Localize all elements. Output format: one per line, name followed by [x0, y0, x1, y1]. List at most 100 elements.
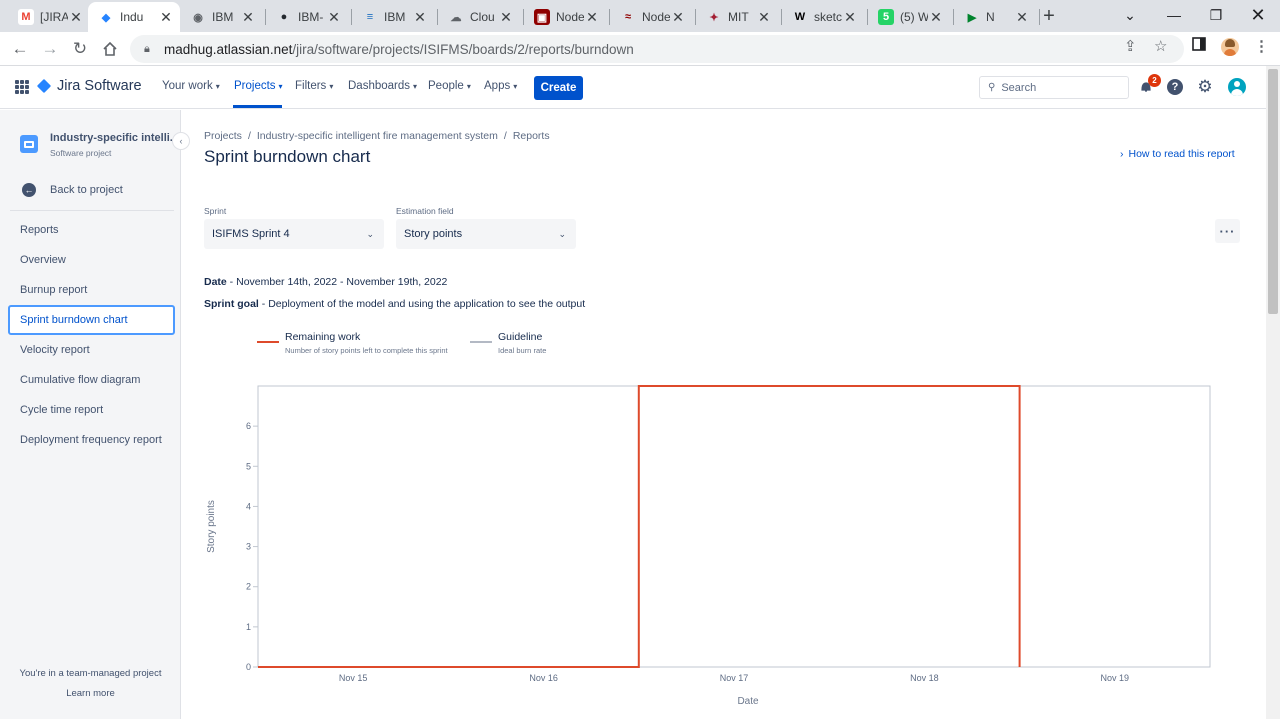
- close-tab-icon[interactable]: ✕: [756, 9, 772, 26]
- jira-icon: ◆: [101, 11, 111, 24]
- breadcrumb-reports[interactable]: Reports: [513, 130, 550, 142]
- reload-icon[interactable]: ↻: [68, 37, 92, 61]
- lock-icon: 🔒︎: [144, 42, 150, 55]
- sidebar-divider: [10, 210, 174, 211]
- maximize-button[interactable]: ❐: [1194, 2, 1238, 28]
- profile-avatar[interactable]: [1221, 38, 1239, 56]
- close-tab-icon[interactable]: ✕: [158, 9, 174, 26]
- nav-apps[interactable]: Apps ▾: [484, 80, 517, 92]
- page-scrollbar[interactable]: [1266, 66, 1280, 719]
- mit-icon: ✦: [709, 11, 719, 24]
- close-tab-icon[interactable]: ✕: [670, 9, 686, 26]
- gmail-icon: M: [18, 9, 34, 25]
- close-window-button[interactable]: ✕: [1236, 2, 1280, 28]
- close-tab-icon[interactable]: ✕: [68, 9, 84, 26]
- legend-guideline-name: Guideline: [498, 331, 543, 343]
- new-tab-button[interactable]: +: [1038, 2, 1060, 30]
- x-axis-label: Date: [737, 696, 759, 707]
- browser-tab[interactable]: ● IBM- ✕: [266, 2, 348, 32]
- browser-tab[interactable]: ≈ Node ✕: [610, 2, 692, 32]
- sidebar-item-deployment-frequency-report[interactable]: Deployment frequency report: [20, 434, 162, 446]
- nav-your-work-label: Your work: [162, 80, 213, 92]
- url-host: madhug.atlassian.net: [164, 41, 293, 57]
- project-name[interactable]: Industry-specific intelli...: [50, 132, 179, 144]
- browser-tab-strip: M [JIRA ✕ ◆ Indu ✕ ◉ IBM ✕ ● IBM- ✕ ≡ IBM ✕ ☁ Clou ✕ ▣ Node…: [0, 0, 1280, 32]
- app-switcher-icon[interactable]: [15, 80, 29, 94]
- learn-more-link[interactable]: Learn more: [0, 688, 181, 699]
- close-tab-icon[interactable]: ✕: [584, 9, 600, 26]
- browser-tab[interactable]: 5 (5) W ✕: [868, 2, 950, 32]
- sidebar-item-cumulative-flow-diagram[interactable]: Cumulative flow diagram: [20, 374, 140, 386]
- nav-people[interactable]: People ▾: [428, 80, 471, 92]
- tab-search-icon[interactable]: ⌄: [1108, 2, 1152, 28]
- breadcrumb-project[interactable]: Industry-specific intelligent fire manag…: [257, 130, 498, 142]
- sidebar-item-sprint-burndown-chart[interactable]: Sprint burndown chart: [8, 305, 175, 335]
- browser-tab[interactable]: ☁ Clou ✕: [438, 2, 520, 32]
- sidebar-item-velocity-report[interactable]: Velocity report: [20, 344, 90, 356]
- browser-tab[interactable]: ▶ N ✕: [954, 2, 1036, 32]
- browser-tab[interactable]: ◆ Indu ✕: [88, 2, 180, 32]
- browser-tab-title: [JIRA: [40, 10, 68, 24]
- how-to-read-link[interactable]: › How to read this report: [1120, 148, 1235, 160]
- browser-tab[interactable]: Wsketc ✕: [782, 2, 864, 32]
- browser-tab[interactable]: ◉ IBM ✕: [180, 2, 262, 32]
- sprint-date-line: Date - November 14th, 2022 - November 19…: [204, 276, 448, 288]
- scrollbar-thumb[interactable]: [1268, 69, 1278, 314]
- close-tab-icon[interactable]: ✕: [412, 9, 428, 26]
- plot-frame: [257, 385, 1211, 668]
- browser-tab[interactable]: M [JIRA ✕: [8, 2, 90, 32]
- sprint-value: ISIFMS Sprint 4: [212, 228, 290, 240]
- more-actions-button[interactable]: ···: [1215, 219, 1240, 243]
- sidebar-item-overview[interactable]: Overview: [20, 254, 66, 266]
- chevron-down-icon: ▾: [215, 82, 220, 91]
- create-button[interactable]: Create: [534, 76, 583, 100]
- legend-remaining-desc: Number of story points left to complete …: [285, 346, 448, 355]
- nav-filters[interactable]: Filters ▾: [295, 80, 333, 92]
- browser-tab[interactable]: ✦ MIT ✕: [696, 2, 778, 32]
- jira-logo[interactable]: Jira Software: [36, 78, 142, 94]
- help-icon[interactable]: ?: [1165, 77, 1185, 97]
- project-sidebar: Industry-specific intelli... Software pr…: [0, 110, 181, 719]
- home-icon[interactable]: [98, 37, 122, 61]
- minimize-button[interactable]: —: [1152, 2, 1196, 28]
- close-tab-icon[interactable]: ✕: [240, 9, 256, 26]
- sidebar-heading-reports[interactable]: Reports: [20, 224, 59, 236]
- browser-tab[interactable]: ▣ Node ✕: [524, 2, 606, 32]
- close-tab-icon[interactable]: ✕: [928, 9, 944, 26]
- browser-tab-title: IBM-: [298, 10, 324, 24]
- sidebar-item-burnup-report[interactable]: Burnup report: [20, 284, 87, 296]
- back-arrow-icon[interactable]: ←: [22, 183, 36, 197]
- chevron-down-icon: ⌄: [558, 228, 566, 239]
- settings-gear-icon[interactable]: ⚙︎: [1195, 77, 1215, 97]
- close-tab-icon[interactable]: ✕: [498, 9, 514, 26]
- close-tab-icon[interactable]: ✕: [326, 9, 342, 26]
- x-tick-label: Nov 19: [1101, 673, 1130, 683]
- side-panel-icon[interactable]: [1192, 37, 1206, 55]
- nav-dashboards[interactable]: Dashboards ▾: [348, 80, 417, 92]
- forward-arrow-icon[interactable]: →: [38, 37, 62, 61]
- browser-tab-title: Clou: [470, 10, 495, 24]
- back-to-project-link[interactable]: Back to project: [50, 184, 123, 196]
- user-avatar[interactable]: [1227, 77, 1247, 97]
- y-tick-label: 4: [246, 501, 251, 511]
- search-input[interactable]: ⚲ Search: [979, 76, 1129, 99]
- close-tab-icon[interactable]: ✕: [842, 9, 858, 26]
- sprint-select[interactable]: ISIFMS Sprint 4 ⌄: [204, 219, 384, 249]
- node-red-icon: ▣: [534, 9, 550, 25]
- browser-menu-icon[interactable]: ⋮: [1254, 37, 1269, 55]
- nav-your-work[interactable]: Your work ▾: [162, 80, 220, 92]
- sidebar-item-cycle-time-report[interactable]: Cycle time report: [20, 404, 103, 416]
- close-tab-icon[interactable]: ✕: [1014, 9, 1030, 26]
- notification-badge: 2: [1148, 74, 1161, 87]
- breadcrumb: Projects / Industry-specific intelligent f…: [204, 130, 550, 142]
- collapse-sidebar-chevron-icon[interactable]: ‹: [172, 132, 190, 150]
- share-icon[interactable]: ⇪: [1124, 37, 1137, 55]
- breadcrumb-projects[interactable]: Projects: [204, 130, 242, 142]
- back-arrow-icon[interactable]: ←: [8, 37, 32, 61]
- estimation-field-select[interactable]: Story points ⌄: [396, 219, 576, 249]
- nav-projects[interactable]: Projects ▾: [234, 80, 283, 92]
- address-bar[interactable]: 🔒︎ madhug.atlassian.net/jira/software/pr…: [130, 35, 1184, 63]
- bookmark-star-icon[interactable]: ☆: [1154, 37, 1167, 55]
- chevron-down-icon: ▾: [466, 82, 471, 91]
- browser-tab[interactable]: ≡ IBM ✕: [352, 2, 434, 32]
